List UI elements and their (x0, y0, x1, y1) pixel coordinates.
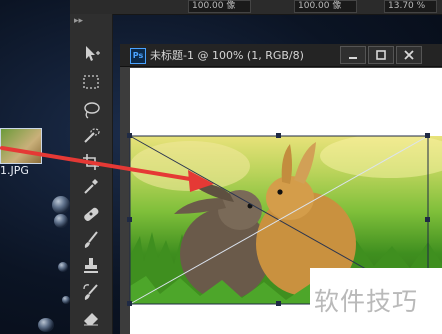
transform-handle[interactable] (127, 301, 132, 306)
transform-handle[interactable] (276, 301, 281, 306)
transform-handle[interactable] (127, 133, 132, 138)
transform-handle[interactable] (425, 217, 430, 222)
watermark-text: 软件技巧 (314, 287, 419, 316)
transform-handle[interactable] (276, 133, 281, 138)
transform-handle[interactable] (425, 133, 430, 138)
transform-handle[interactable] (127, 217, 132, 222)
watermark: 软件技巧 (310, 268, 442, 334)
drag-arrow-annotation (0, 146, 214, 192)
